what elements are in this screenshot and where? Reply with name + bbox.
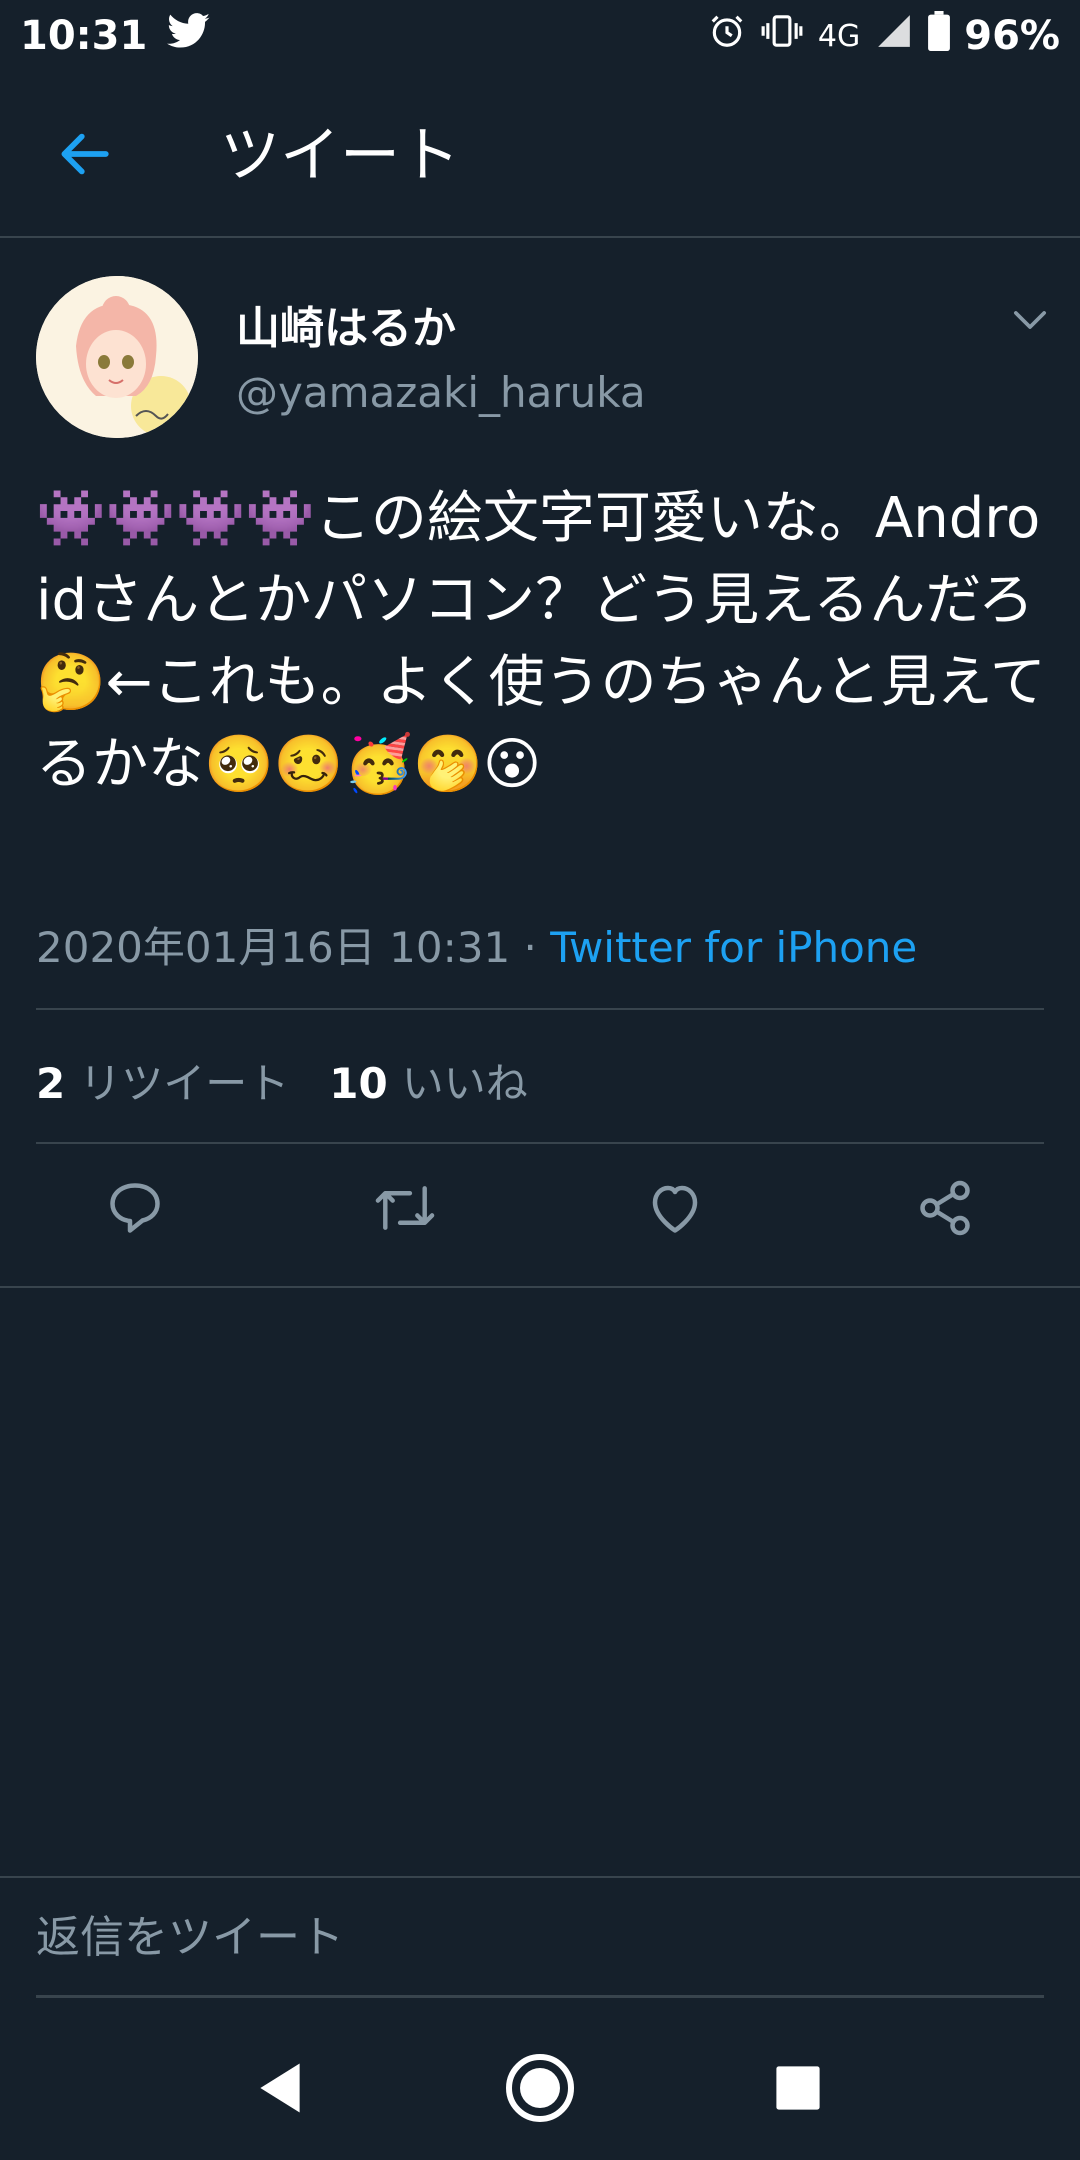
stats-row: 2 リツイート 10 いいね xyxy=(36,1050,528,1111)
retweets-label: リツイート xyxy=(79,1059,290,1108)
likes-label: いいね xyxy=(401,1059,528,1108)
back-nav-icon xyxy=(255,2061,305,2119)
share-icon xyxy=(915,1178,975,1242)
network-label: 4G xyxy=(817,18,861,54)
likes-stat[interactable]: 10 いいね xyxy=(329,1050,527,1111)
recents-nav-icon xyxy=(774,2064,822,2116)
tweet-text: 👾👾👾👾この絵文字可愛いな。Androidさんとかパソコン？どう見えるんだろ🤔←… xyxy=(36,486,1046,797)
page-header: ツイート xyxy=(0,72,1080,238)
system-nav-bar xyxy=(0,2020,1080,2160)
home-nav-icon xyxy=(504,2052,576,2128)
nav-back-button[interactable] xyxy=(240,2050,320,2130)
tweet-menu-button[interactable] xyxy=(1006,298,1054,346)
back-arrow-icon xyxy=(57,130,111,182)
nav-recents-button[interactable] xyxy=(758,2050,838,2130)
timestamp-row: 2020年01月16日 10:31 · Twitter for iPhone xyxy=(36,914,917,975)
status-right: 4G 96% xyxy=(708,11,1060,61)
alarm-icon xyxy=(708,12,746,60)
divider xyxy=(0,1286,1080,1288)
divider xyxy=(36,1008,1044,1010)
retweets-stat[interactable]: 2 リツイート xyxy=(36,1050,289,1111)
chevron-down-icon xyxy=(1013,309,1047,335)
avatar[interactable] xyxy=(36,276,198,438)
reply-input[interactable]: 返信をツイート xyxy=(36,1902,1044,1998)
reply-button[interactable] xyxy=(98,1173,172,1247)
vibrate-icon xyxy=(760,12,804,60)
like-icon xyxy=(645,1178,705,1242)
nav-home-button[interactable] xyxy=(500,2050,580,2130)
reply-bar: 返信をツイート xyxy=(0,1876,1080,2000)
twitter-icon xyxy=(167,13,211,59)
signal-icon xyxy=(874,12,914,60)
battery-icon xyxy=(928,11,951,61)
display-name[interactable]: 山崎はるか xyxy=(236,292,456,356)
user-handle[interactable]: @yamazaki_haruka xyxy=(236,368,646,417)
battery-level: 96% xyxy=(964,13,1060,59)
share-button[interactable] xyxy=(908,1173,982,1247)
status-bar: 10:31 4G 96% xyxy=(0,0,1080,72)
meta-separator: · xyxy=(510,923,551,972)
tweet-timestamp: 2020年01月16日 10:31 xyxy=(36,923,511,972)
page-title: ツイート xyxy=(220,121,460,191)
reply-icon xyxy=(105,1178,165,1242)
retweet-icon xyxy=(373,1178,437,1242)
back-button[interactable] xyxy=(44,116,124,196)
tweet-source-link[interactable]: Twitter for iPhone xyxy=(550,923,917,972)
avatar-illustration xyxy=(36,276,198,438)
like-button[interactable] xyxy=(638,1173,712,1247)
status-time: 10:31 xyxy=(20,13,148,59)
status-left: 10:31 xyxy=(20,13,211,59)
retweets-count: 2 xyxy=(36,1059,66,1108)
retweet-button[interactable] xyxy=(368,1173,442,1247)
likes-count: 10 xyxy=(329,1059,388,1108)
tweet-actions xyxy=(0,1143,1080,1277)
